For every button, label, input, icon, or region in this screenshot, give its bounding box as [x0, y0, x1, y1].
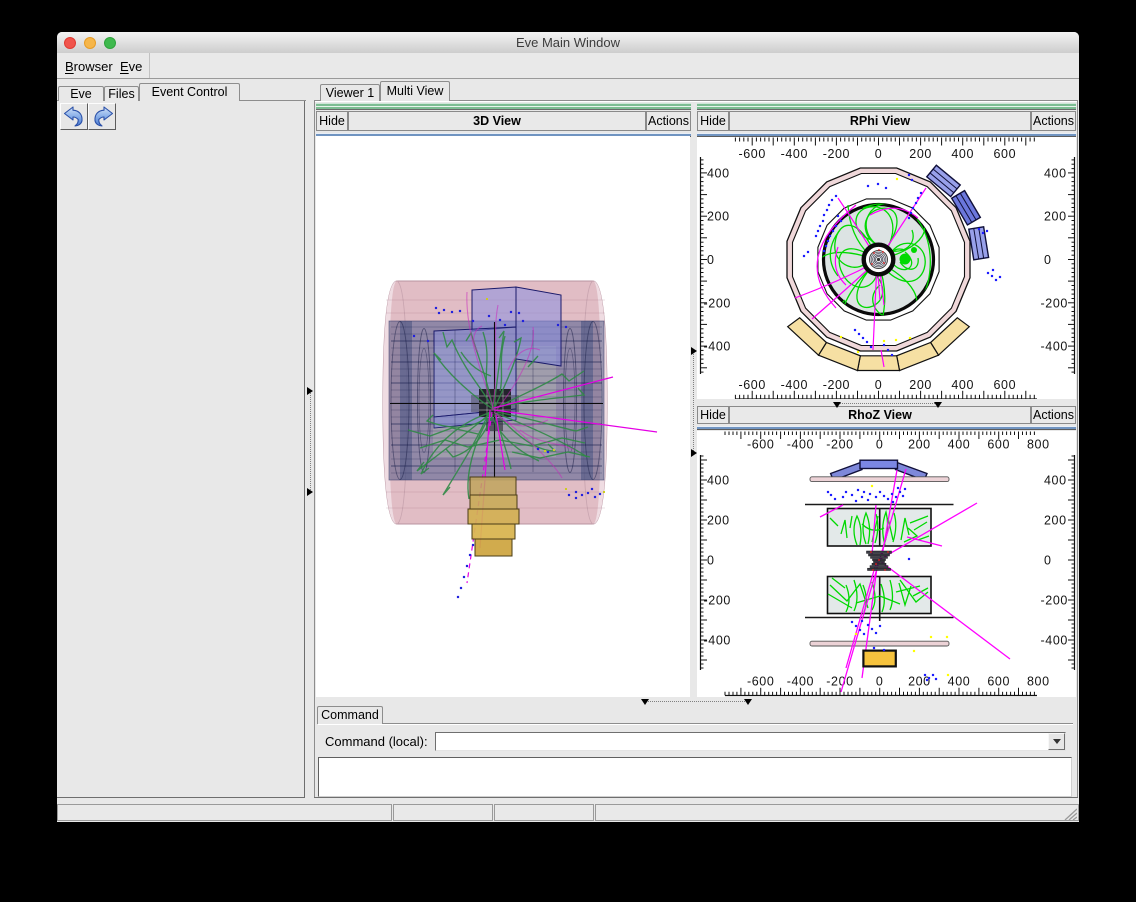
svg-text:200: 200 [707, 514, 730, 528]
svg-text:600: 600 [987, 438, 1010, 452]
svg-text:400: 400 [951, 378, 974, 392]
svg-text:0: 0 [707, 253, 715, 267]
svg-text:200: 200 [1044, 514, 1067, 528]
svg-text:0: 0 [876, 675, 884, 689]
svg-text:400: 400 [948, 438, 971, 452]
svg-text:600: 600 [993, 378, 1016, 392]
svg-text:0: 0 [876, 438, 884, 452]
svg-text:200: 200 [908, 675, 931, 689]
svg-text:-200: -200 [1041, 594, 1068, 608]
svg-text:600: 600 [987, 675, 1010, 689]
svg-text:200: 200 [909, 378, 932, 392]
svg-text:600: 600 [993, 147, 1016, 161]
svg-text:-200: -200 [704, 594, 731, 608]
svg-text:-400: -400 [1041, 634, 1068, 648]
svg-text:400: 400 [1044, 166, 1067, 180]
svg-text:0: 0 [707, 554, 715, 568]
svg-text:-200: -200 [826, 675, 853, 689]
svg-text:200: 200 [707, 210, 730, 224]
svg-text:800: 800 [1027, 675, 1050, 689]
svg-text:0: 0 [875, 378, 883, 392]
svg-text:-600: -600 [747, 675, 774, 689]
svg-text:400: 400 [707, 166, 730, 180]
svg-text:-400: -400 [704, 340, 731, 354]
svg-text:-400: -400 [787, 438, 814, 452]
svg-text:-600: -600 [747, 438, 774, 452]
svg-text:-400: -400 [781, 378, 808, 392]
svg-text:-400: -400 [704, 634, 731, 648]
svg-text:400: 400 [948, 675, 971, 689]
svg-text:200: 200 [908, 438, 931, 452]
svg-text:-600: -600 [738, 147, 765, 161]
svg-text:400: 400 [1044, 474, 1067, 488]
svg-text:-200: -200 [823, 378, 850, 392]
svg-text:800: 800 [1027, 438, 1050, 452]
svg-text:-200: -200 [826, 438, 853, 452]
svg-text:0: 0 [1044, 253, 1052, 267]
svg-text:-600: -600 [738, 378, 765, 392]
svg-text:400: 400 [707, 474, 730, 488]
svg-text:0: 0 [1044, 554, 1052, 568]
svg-text:400: 400 [951, 147, 974, 161]
svg-text:200: 200 [1044, 210, 1067, 224]
svg-text:-400: -400 [787, 675, 814, 689]
svg-text:-400: -400 [1041, 340, 1068, 354]
svg-text:-200: -200 [704, 296, 731, 310]
svg-text:0: 0 [875, 147, 883, 161]
svg-text:-200: -200 [1041, 296, 1068, 310]
svg-text:200: 200 [909, 147, 932, 161]
svg-text:-400: -400 [781, 147, 808, 161]
svg-text:-200: -200 [823, 147, 850, 161]
